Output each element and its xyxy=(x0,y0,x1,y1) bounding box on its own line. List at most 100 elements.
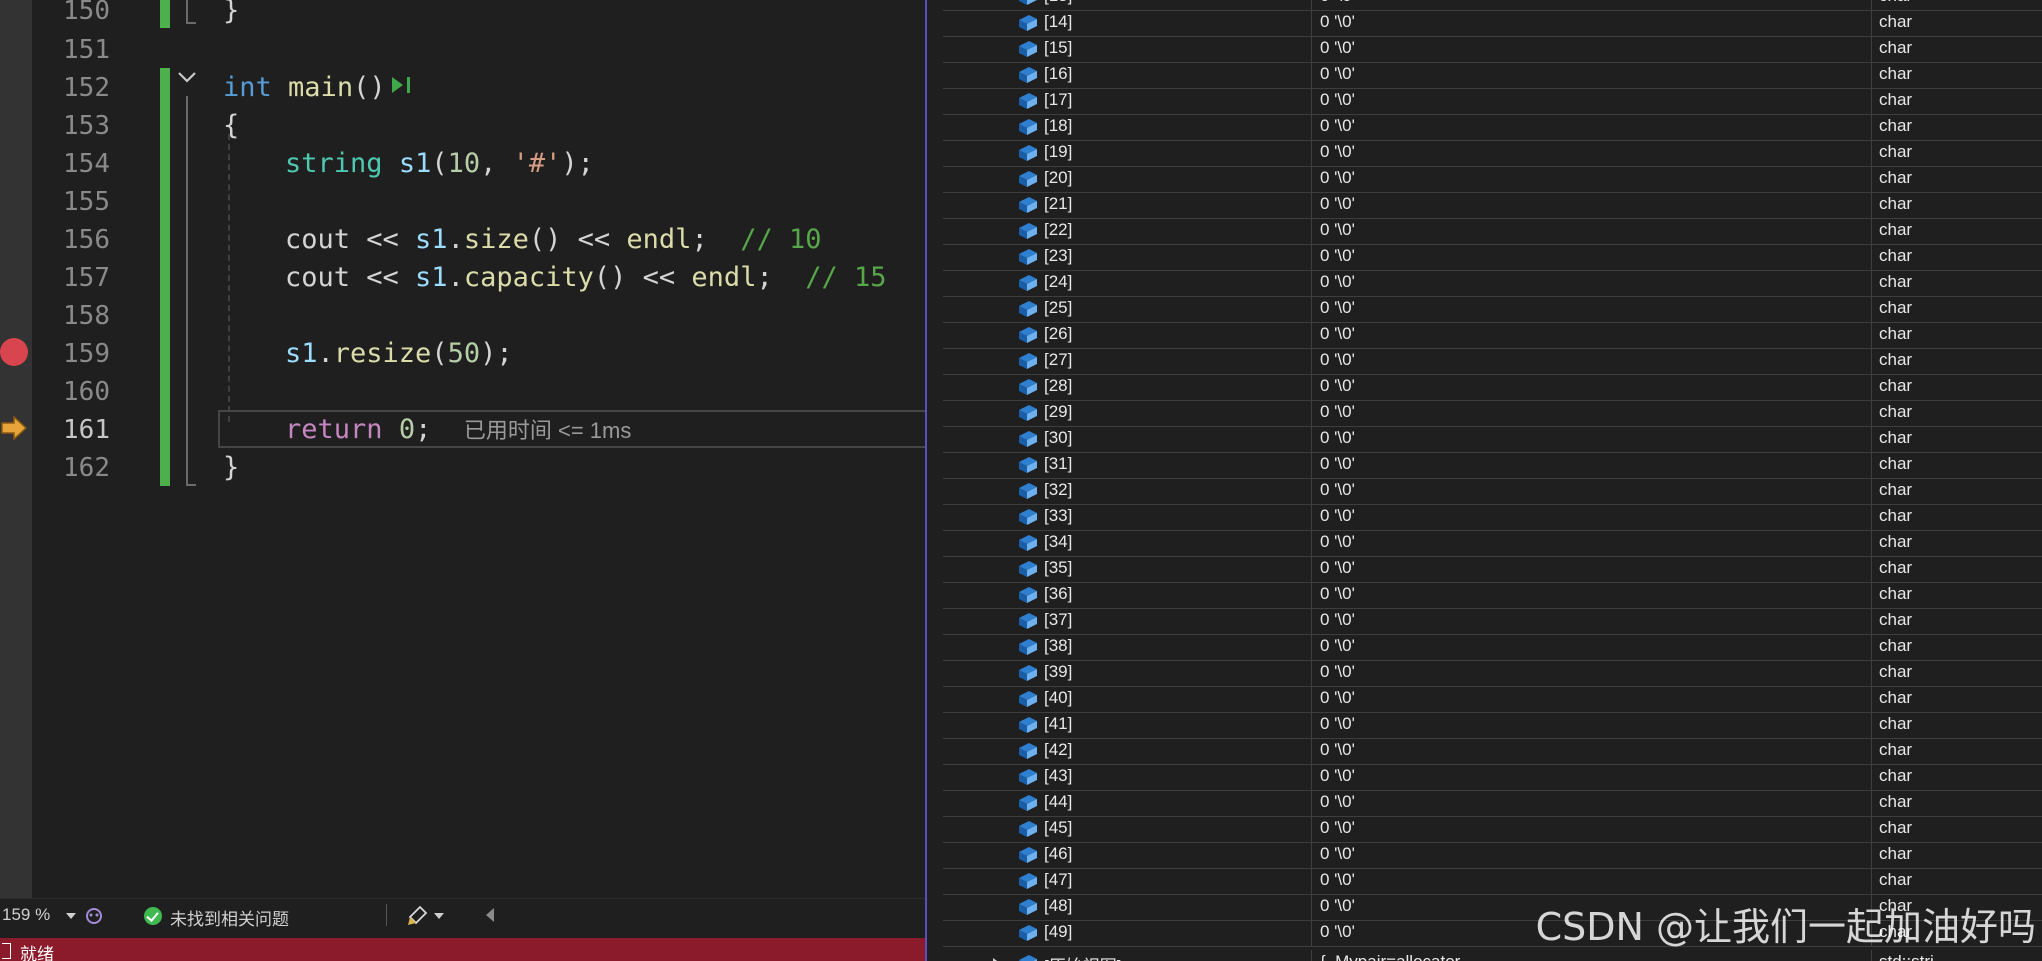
code-line[interactable]: int main() xyxy=(223,69,386,107)
variable-value[interactable]: 0 '\0' xyxy=(1320,688,1355,708)
variable-row[interactable]: [39] 0 '\0' char xyxy=(943,660,2042,687)
variable-value[interactable]: 0 '\0' xyxy=(1320,38,1355,58)
variable-row[interactable]: [30] 0 '\0' char xyxy=(943,426,2042,453)
code-cleanup-icon[interactable] xyxy=(406,905,428,927)
variable-row[interactable]: [41] 0 '\0' char xyxy=(943,712,2042,739)
code-line[interactable]: cout << s1.capacity() << endl; // 15 xyxy=(285,259,887,297)
variable-value[interactable]: {_Mypair=allocator xyxy=(1320,952,1460,961)
variable-value[interactable]: 0 '\0' xyxy=(1320,896,1355,916)
variable-value[interactable]: 0 '\0' xyxy=(1320,298,1355,318)
issues-status[interactable]: 未找到相关问题 xyxy=(170,905,289,930)
variable-row[interactable]: [36] 0 '\0' char xyxy=(943,582,2042,609)
variable-row[interactable]: [32] 0 '\0' char xyxy=(943,478,2042,505)
variable-row[interactable]: [17] 0 '\0' char xyxy=(943,88,2042,115)
variable-value[interactable]: 0 '\0' xyxy=(1320,610,1355,630)
variable-value[interactable]: 0 '\0' xyxy=(1320,64,1355,84)
code-line[interactable]: } xyxy=(223,0,239,30)
code-line[interactable]: string s1(10, '#'); xyxy=(285,145,594,183)
variable-row[interactable]: [25] 0 '\0' char xyxy=(943,296,2042,323)
variable-value[interactable]: 0 '\0' xyxy=(1320,506,1355,526)
variable-value[interactable]: 0 '\0' xyxy=(1320,844,1355,864)
variable-row[interactable]: [38] 0 '\0' char xyxy=(943,634,2042,661)
variable-value[interactable]: 0 '\0' xyxy=(1320,272,1355,292)
variable-row[interactable]: [21] 0 '\0' char xyxy=(943,192,2042,219)
variable-row[interactable]: [19] 0 '\0' char xyxy=(943,140,2042,167)
variable-row[interactable]: [16] 0 '\0' char xyxy=(943,62,2042,89)
variable-value[interactable]: 0 '\0' xyxy=(1320,142,1355,162)
chevron-down-icon[interactable] xyxy=(176,66,198,88)
copilot-icon[interactable] xyxy=(84,906,104,926)
code-line-current[interactable]: return 0; 已用时间 <= 1ms xyxy=(285,411,631,449)
variable-row[interactable]: [27] 0 '\0' char xyxy=(943,348,2042,375)
variable-value[interactable]: 0 '\0' xyxy=(1320,194,1355,214)
variable-row[interactable]: [15] 0 '\0' char xyxy=(943,36,2042,63)
variable-row[interactable]: [29] 0 '\0' char xyxy=(943,400,2042,427)
variable-row[interactable]: [44] 0 '\0' char xyxy=(943,790,2042,817)
scroll-left-icon[interactable] xyxy=(486,908,494,922)
zoom-dropdown-icon[interactable] xyxy=(66,913,76,919)
elapsed-time-hint[interactable]: 已用时间 <= 1ms xyxy=(464,418,631,443)
variable-value[interactable]: 0 '\0' xyxy=(1320,220,1355,240)
variable-row[interactable]: [24] 0 '\0' char xyxy=(943,270,2042,297)
variable-row[interactable]: [18] 0 '\0' char xyxy=(943,114,2042,141)
variable-row[interactable]: [28] 0 '\0' char xyxy=(943,374,2042,401)
variable-value[interactable]: 0 '\0' xyxy=(1320,532,1355,552)
variable-row[interactable]: [40] 0 '\0' char xyxy=(943,686,2042,713)
variable-value[interactable]: 0 '\0' xyxy=(1320,480,1355,500)
variable-value[interactable]: 0 '\0' xyxy=(1320,662,1355,682)
variable-value[interactable]: 0 '\0' xyxy=(1320,324,1355,344)
variable-row[interactable]: [35] 0 '\0' char xyxy=(943,556,2042,583)
code-line[interactable]: { xyxy=(223,107,239,145)
variable-name: [32] xyxy=(1044,480,1073,499)
locals-panel[interactable]: [13] 0 '\0' char [14] 0 '\0' char [15] 0 '\0' ch… xyxy=(925,0,2042,961)
variable-value[interactable]: 0 '\0' xyxy=(1320,116,1355,136)
variable-row-raw-view[interactable]: [原始视图] {_Mypair=allocator std::stri xyxy=(943,950,2042,961)
variable-row[interactable]: [20] 0 '\0' char xyxy=(943,166,2042,193)
number-literal: 50 xyxy=(447,338,481,369)
variable-value[interactable]: 0 '\0' xyxy=(1320,12,1355,32)
variable-value[interactable]: 0 '\0' xyxy=(1320,922,1355,942)
variable-value[interactable]: 0 '\0' xyxy=(1320,376,1355,396)
variable-value[interactable]: 0 '\0' xyxy=(1320,454,1355,474)
variable-row[interactable]: [42] 0 '\0' char xyxy=(943,738,2042,765)
variable-value[interactable]: 0 '\0' xyxy=(1320,0,1355,6)
breakpoint-icon[interactable] xyxy=(0,338,28,366)
char-literal: '#' xyxy=(512,148,562,179)
variable-row[interactable]: [26] 0 '\0' char xyxy=(943,322,2042,349)
variable-value[interactable]: 0 '\0' xyxy=(1320,636,1355,656)
variable-value[interactable]: 0 '\0' xyxy=(1320,584,1355,604)
variable-row[interactable]: [37] 0 '\0' char xyxy=(943,608,2042,635)
code-editor[interactable]: 150 151 152 153 154 155 156 157 158 159 … xyxy=(0,0,925,961)
variable-row[interactable]: [31] 0 '\0' char xyxy=(943,452,2042,479)
variable-value[interactable]: 0 '\0' xyxy=(1320,818,1355,838)
variable-value[interactable]: 0 '\0' xyxy=(1320,558,1355,578)
variable-row[interactable]: [23] 0 '\0' char xyxy=(943,244,2042,271)
app-status-bar: 就绪 xyxy=(0,938,925,961)
variable-value[interactable]: 0 '\0' xyxy=(1320,766,1355,786)
variable-value[interactable]: 0 '\0' xyxy=(1320,740,1355,760)
run-to-click-icon[interactable] xyxy=(390,74,414,96)
variable-row[interactable]: [22] 0 '\0' char xyxy=(943,218,2042,245)
variable-value[interactable]: 0 '\0' xyxy=(1320,428,1355,448)
variable-row[interactable]: [47] 0 '\0' char xyxy=(943,868,2042,895)
zoom-level[interactable]: 159 % xyxy=(2,905,50,925)
cleanup-dropdown-icon[interactable] xyxy=(434,913,444,919)
variable-row[interactable]: [43] 0 '\0' char xyxy=(943,764,2042,791)
code-line[interactable]: cout << s1.size() << endl; // 10 xyxy=(285,221,822,259)
variable-value[interactable]: 0 '\0' xyxy=(1320,714,1355,734)
variable-value[interactable]: 0 '\0' xyxy=(1320,168,1355,188)
code-line[interactable]: s1.resize(50); xyxy=(285,335,513,373)
glyph-margin[interactable] xyxy=(0,0,32,900)
variable-value[interactable]: 0 '\0' xyxy=(1320,246,1355,266)
variable-value[interactable]: 0 '\0' xyxy=(1320,402,1355,422)
variable-row[interactable]: [33] 0 '\0' char xyxy=(943,504,2042,531)
variable-row[interactable]: [45] 0 '\0' char xyxy=(943,816,2042,843)
variable-row[interactable]: [34] 0 '\0' char xyxy=(943,530,2042,557)
variable-row[interactable]: [14] 0 '\0' char xyxy=(943,10,2042,37)
variable-value[interactable]: 0 '\0' xyxy=(1320,90,1355,110)
code-line[interactable]: } xyxy=(223,449,239,487)
variable-row[interactable]: [46] 0 '\0' char xyxy=(943,842,2042,869)
variable-value[interactable]: 0 '\0' xyxy=(1320,870,1355,890)
variable-value[interactable]: 0 '\0' xyxy=(1320,792,1355,812)
variable-value[interactable]: 0 '\0' xyxy=(1320,350,1355,370)
